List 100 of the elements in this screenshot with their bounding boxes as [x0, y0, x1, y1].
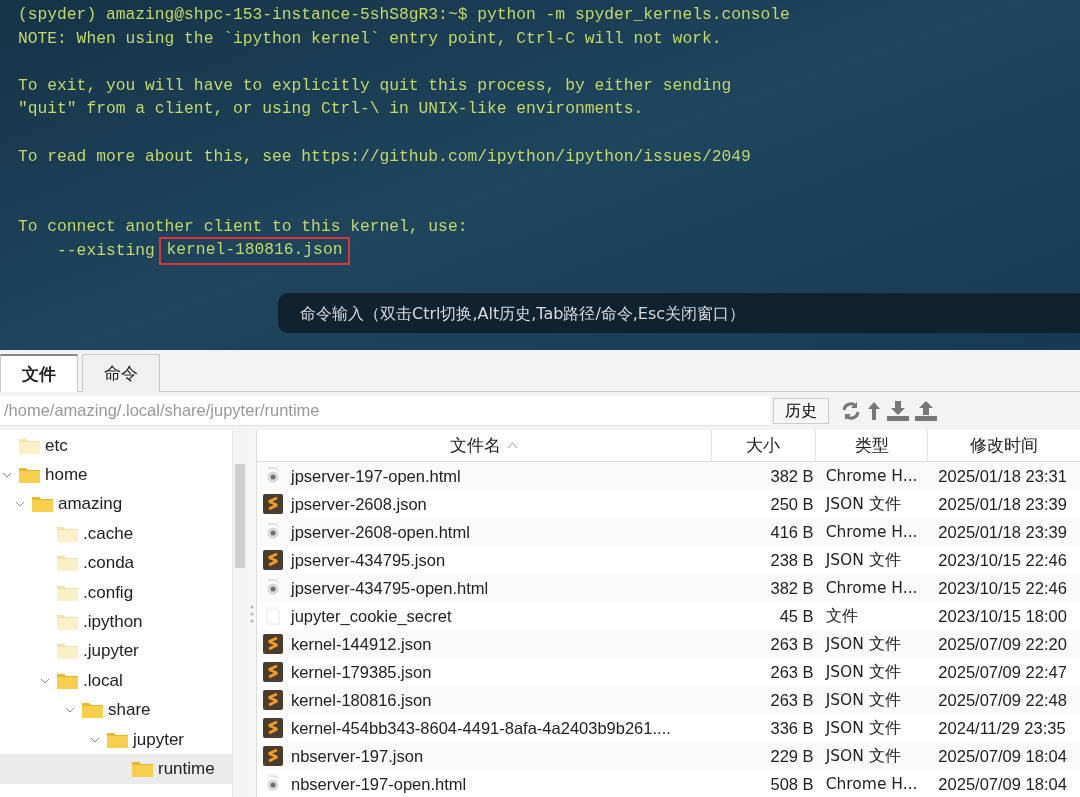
table-cell-text: 2025/07/09 18:04: [937, 745, 1068, 767]
file-name-cell[interactable]: kernel-454bb343-8604-4491-8afa-4a2403b9b261....: [257, 714, 712, 742]
table-cell-text: 2025/01/18 23:39: [937, 493, 1068, 515]
file-name-cell[interactable]: jpserver-2608.json: [257, 490, 712, 518]
table-cell-text: 2025/07/09 22:47: [937, 661, 1068, 683]
file-name-cell[interactable]: kernel-179385.json: [257, 658, 712, 686]
table-cell-text: JSON 文件: [824, 661, 902, 683]
table-cell-text: JSON 文件: [824, 493, 902, 515]
tree-item[interactable]: runtime: [0, 754, 232, 784]
file-name-cell[interactable]: jpserver-434795.json: [257, 546, 712, 574]
tree-item[interactable]: .local: [0, 666, 232, 696]
column-header[interactable]: 大小: [711, 430, 816, 461]
table-cell-text: 2023/10/15 22:46: [937, 549, 1068, 571]
folder-icon: [57, 584, 78, 601]
folder-icon: [132, 761, 153, 777]
tree-item[interactable]: amazing: [0, 489, 232, 520]
terminal-line: (spyder) amazing@shpc-153-instance-5shS8gR3:~$ python -m spyder_kernels.console: [18, 4, 790, 26]
file-name-cell[interactable]: nbserver-197-open.html: [257, 770, 712, 797]
table-cell-text: 229 B: [769, 745, 815, 767]
folder-icon: [32, 496, 53, 513]
file-name-cell[interactable]: jpserver-434795-open.html: [257, 574, 712, 602]
table-cell-text: Chrome H...: [824, 578, 919, 599]
table-cell-text: 文件: [824, 605, 859, 627]
table-cell-text: 2025/07/09 22:20: [937, 633, 1068, 655]
tree-item[interactable]: home: [0, 460, 232, 490]
table-cell-text: 263 B: [769, 633, 815, 655]
command-input[interactable]: 命令输入（双击Ctrl切换,Alt历史,Tab路径/命令,Esc关闭窗口）: [278, 293, 1080, 333]
folder-icon: [57, 643, 78, 660]
table-cell-text: 382 B: [769, 577, 815, 599]
file-name-cell[interactable]: nbserver-197.json: [257, 742, 712, 770]
highlighted-filename: kernel-180816.json: [160, 238, 349, 263]
refresh-icon[interactable]: [841, 401, 861, 421]
tree-item[interactable]: share: [0, 695, 232, 725]
table-cell-text: 2025/01/18 23:39: [937, 521, 1068, 543]
caret-down-icon[interactable]: [65, 707, 75, 714]
table-cell-text: JSON 文件: [824, 745, 902, 767]
table-cell-text: JSON 文件: [824, 633, 902, 655]
file-name-cell[interactable]: kernel-144912.json: [257, 630, 712, 658]
tree-item[interactable]: .ipython: [0, 607, 232, 637]
table-cell-text: Chrome H...: [824, 774, 919, 795]
up-arrow-icon[interactable]: [867, 401, 881, 421]
terminal-line: To connect another client to this kernel, use:: [18, 216, 468, 239]
folder-icon: [57, 525, 78, 542]
scrollbar-thumb[interactable]: [235, 464, 245, 568]
table-cell-text: 263 B: [769, 661, 815, 683]
history-button[interactable]: 历史: [773, 398, 829, 424]
tab[interactable]: 命令: [82, 354, 160, 392]
table-cell-text: 416 B: [769, 521, 815, 543]
table-cell-text: 238 B: [769, 549, 815, 571]
caret-down-icon[interactable]: [15, 501, 25, 508]
json-file-icon: [263, 690, 283, 710]
terminal-line: "quit" from a client, or using Ctrl-\ in UNIX-like environments.: [18, 98, 644, 121]
table-cell-text: 508 B: [769, 773, 815, 795]
json-file-icon: [263, 662, 283, 682]
table-cell-text: 2025/07/09 22:48: [937, 689, 1068, 711]
column-header[interactable]: 修改时间: [928, 430, 1080, 461]
terminal-line: --existing: [56, 239, 156, 262]
table-cell-text: 382 B: [769, 465, 815, 487]
table-cell-text: 250 B: [769, 493, 815, 515]
column-header[interactable]: 类型: [815, 430, 929, 461]
caret-down-icon[interactable]: [90, 736, 100, 743]
file-name-cell[interactable]: kernel-180816.json: [257, 686, 712, 714]
column-header[interactable]: 文件名: [257, 430, 712, 461]
terminal-line: To read more about this, see https://github.com/ipython/ipython/issues/2049: [18, 145, 751, 168]
terminal-line: NOTE: When using the `ipython kernel` entry point, Ctrl-C will not work.: [18, 27, 722, 50]
table-cell-text: Chrome H...: [824, 466, 919, 487]
table-cell-text: 2023/10/15 22:46: [937, 577, 1068, 599]
folder-icon: [82, 702, 103, 719]
json-file-icon: [263, 634, 283, 654]
tree-item[interactable]: .config: [0, 577, 232, 608]
json-file-icon: [263, 494, 283, 514]
tree-item[interactable]: .conda: [0, 548, 232, 578]
tree-item[interactable]: .cache: [0, 519, 232, 549]
folder-icon: [57, 672, 78, 689]
folder-icon: [19, 467, 40, 484]
table-cell-text: Chrome H...: [824, 522, 919, 543]
terminal-line: To exit, you will have to explicitly quit this process, by either sending: [18, 74, 732, 97]
splitter-handle-icon[interactable]: [249, 603, 254, 624]
table-cell-text: 263 B: [769, 689, 815, 711]
file-name-cell[interactable]: jupyter_cookie_secret: [257, 602, 712, 630]
folder-icon: [107, 731, 128, 748]
json-file-icon: [263, 718, 283, 738]
tab[interactable]: 文件: [0, 354, 78, 392]
json-file-icon: [263, 746, 283, 766]
table-cell-text: 336 B: [769, 717, 815, 739]
table-cell-text: 2025/07/09 18:04: [937, 773, 1068, 795]
download-icon[interactable]: [887, 401, 909, 421]
tree-item[interactable]: etc: [0, 431, 232, 461]
caret-down-icon[interactable]: [2, 472, 12, 479]
table-cell-text: JSON 文件: [824, 689, 902, 711]
table-cell-text: JSON 文件: [824, 717, 902, 739]
file-name-cell[interactable]: jpserver-197-open.html: [257, 462, 712, 490]
table-cell-text: 2025/01/18 23:31: [937, 465, 1068, 487]
file-name-cell[interactable]: jpserver-2608-open.html: [257, 518, 712, 546]
upload-icon[interactable]: [915, 401, 937, 421]
folder-icon: [57, 614, 78, 631]
table-cell-text: 45 B: [778, 605, 815, 627]
tree-item[interactable]: .jupyter: [0, 636, 232, 667]
caret-down-icon[interactable]: [40, 677, 50, 684]
tree-item[interactable]: jupyter: [0, 724, 232, 755]
